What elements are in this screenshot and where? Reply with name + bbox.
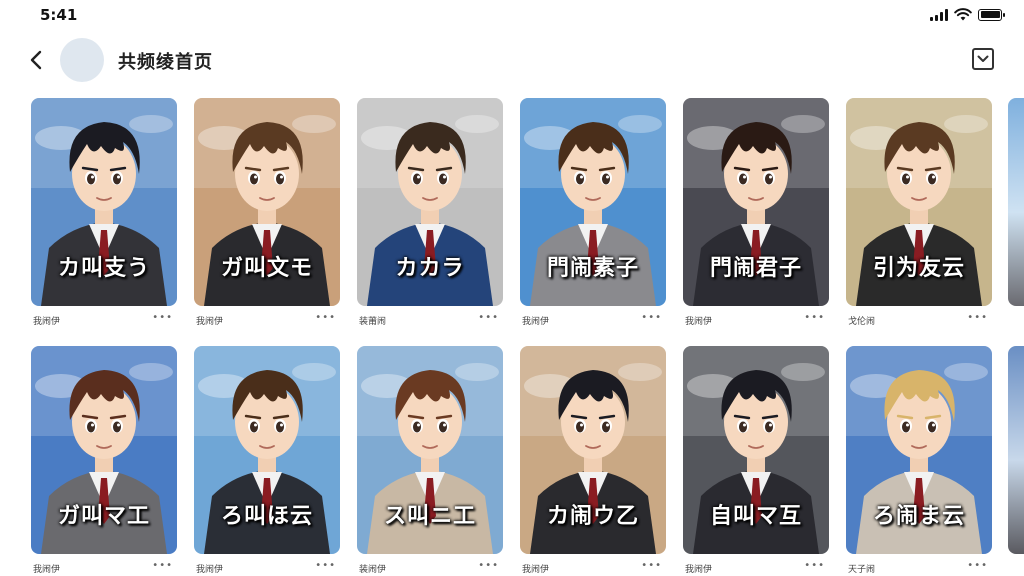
series-card[interactable]: 引为友云 戈伦闹 ••• <box>846 98 992 328</box>
more-icon[interactable]: ••• <box>315 312 336 323</box>
wifi-icon <box>954 8 972 21</box>
series-card[interactable]: 門闹君子 我闹伊 ••• <box>683 98 829 328</box>
chevron-left-icon <box>30 50 42 70</box>
card-title: ガ叫マ工 <box>57 503 150 529</box>
card-caption: 我闹伊 <box>33 317 61 327</box>
card-thumbnail[interactable]: 自叫マ互 <box>683 346 829 554</box>
series-card[interactable]: カカラ 装莆闹 ••• <box>357 98 503 328</box>
card-caption: 装莆闹 <box>359 317 387 327</box>
partial-card[interactable] <box>1008 346 1024 554</box>
card-caption: 天子闹 <box>848 565 876 575</box>
card-caption: 我闹伊 <box>196 565 224 575</box>
partial-card[interactable] <box>1008 98 1024 306</box>
battery-icon <box>978 8 1005 21</box>
card-caption: 戈伦闹 <box>848 317 876 327</box>
more-icon[interactable]: ••• <box>804 560 825 571</box>
card-title: ろ闹ま云 <box>872 503 965 529</box>
card-thumbnail[interactable]: ガ叫文モ <box>194 98 340 306</box>
grid-row: カ叫支う 我闹伊 ••• ガ叫文モ 我闹伊 ••• カカラ 装莆闹 ••• 門闹… <box>31 98 992 328</box>
more-icon[interactable]: ••• <box>967 560 988 571</box>
series-card[interactable]: ろ闹ま云 天子闹 ••• <box>846 346 992 576</box>
series-card[interactable]: 自叫マ互 我闹伊 ••• <box>683 346 829 576</box>
avatar[interactable] <box>60 38 104 82</box>
card-thumbnail[interactable]: ろ叫ほ云 <box>194 346 340 554</box>
card-thumbnail[interactable]: 門闹君子 <box>683 98 829 306</box>
cellular-signal-icon <box>930 8 948 21</box>
series-card[interactable]: ガ叫マ工 我闹伊 ••• <box>31 346 177 576</box>
card-thumbnail[interactable]: カ闹ウ乙 <box>520 346 666 554</box>
grid-row: ガ叫マ工 我闹伊 ••• ろ叫ほ云 我闹伊 ••• ス叫ニ工 装闹伊 ••• カ… <box>31 346 992 576</box>
card-thumbnail[interactable]: ろ闹ま云 <box>846 346 992 554</box>
card-thumbnail[interactable]: ス叫ニ工 <box>357 346 503 554</box>
more-icon[interactable]: ••• <box>804 312 825 323</box>
page-title: 共频绫首页 <box>118 52 213 73</box>
more-icon[interactable]: ••• <box>152 312 173 323</box>
card-title: ガ叫文モ <box>220 255 313 281</box>
card-caption: 装闹伊 <box>359 565 387 575</box>
card-meta: 装闹伊 ••• <box>357 560 503 576</box>
more-icon[interactable]: ••• <box>315 560 336 571</box>
series-card[interactable]: ろ叫ほ云 我闹伊 ••• <box>194 346 340 576</box>
card-meta: 我闹伊 ••• <box>194 560 340 576</box>
card-meta: 天子闹 ••• <box>846 560 992 576</box>
more-icon[interactable]: ••• <box>641 560 662 571</box>
series-card[interactable]: カ闹ウ乙 我闹伊 ••• <box>520 346 666 576</box>
card-meta: 我闹伊 ••• <box>520 560 666 576</box>
status-time: 5:41 <box>40 6 78 24</box>
card-meta: 戈伦闹 ••• <box>846 312 992 328</box>
card-thumbnail[interactable]: カ叫支う <box>31 98 177 306</box>
series-card[interactable]: ガ叫文モ 我闹伊 ••• <box>194 98 340 328</box>
series-card[interactable]: 門闹素子 我闹伊 ••• <box>520 98 666 328</box>
card-thumbnail[interactable]: 引为友云 <box>846 98 992 306</box>
card-title: ス叫ニ工 <box>383 503 476 529</box>
card-meta: 我闹伊 ••• <box>683 560 829 576</box>
card-title: ろ叫ほ云 <box>220 503 313 529</box>
card-meta: 我闹伊 ••• <box>520 312 666 328</box>
card-caption: 我闹伊 <box>685 317 713 327</box>
more-icon[interactable]: ••• <box>478 312 499 323</box>
more-icon[interactable]: ••• <box>641 312 662 323</box>
card-title: 自叫マ互 <box>709 503 802 529</box>
status-bar: 5:41 <box>0 0 1024 32</box>
card-meta: 我闹伊 ••• <box>683 312 829 328</box>
card-meta: 我闹伊 ••• <box>194 312 340 328</box>
series-card[interactable]: カ叫支う 我闹伊 ••• <box>31 98 177 328</box>
dropdown-menu-button[interactable] <box>972 48 994 70</box>
more-icon[interactable]: ••• <box>967 312 988 323</box>
card-caption: 我闹伊 <box>522 317 550 327</box>
card-thumbnail[interactable]: 門闹素子 <box>520 98 666 306</box>
card-title: カカラ <box>395 255 465 281</box>
card-title: 門闹素子 <box>546 255 639 281</box>
card-meta: 装莆闹 ••• <box>357 312 503 328</box>
card-title: 引为友云 <box>872 255 965 281</box>
card-meta: 我闹伊 ••• <box>31 560 177 576</box>
more-icon[interactable]: ••• <box>478 560 499 571</box>
card-thumbnail[interactable]: ガ叫マ工 <box>31 346 177 554</box>
card-thumbnail[interactable]: カカラ <box>357 98 503 306</box>
card-title: 門闹君子 <box>709 255 802 281</box>
card-meta: 我闹伊 ••• <box>31 312 177 328</box>
header: 共频绫首页 <box>0 32 1024 88</box>
card-caption: 我闹伊 <box>685 565 713 575</box>
series-card[interactable]: ス叫ニ工 装闹伊 ••• <box>357 346 503 576</box>
chevron-down-icon <box>977 55 989 62</box>
card-caption: 我闹伊 <box>196 317 224 327</box>
card-caption: 我闹伊 <box>33 565 61 575</box>
card-title: カ闹ウ乙 <box>546 503 639 529</box>
card-caption: 我闹伊 <box>522 565 550 575</box>
more-icon[interactable]: ••• <box>152 560 173 571</box>
back-button[interactable] <box>24 48 48 72</box>
status-icons <box>930 8 1005 21</box>
card-title: カ叫支う <box>57 255 150 281</box>
